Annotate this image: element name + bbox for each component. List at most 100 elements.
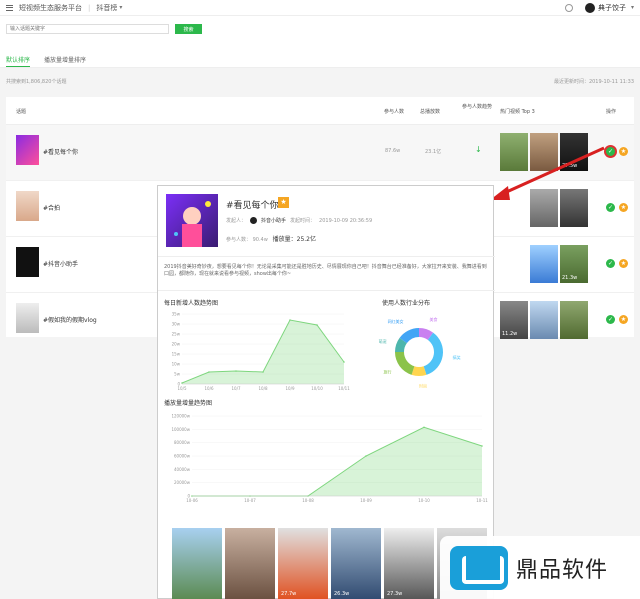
y-tick-label: 20000w — [174, 480, 191, 485]
created-time: 2019-10-09 20:36:59 — [319, 217, 373, 224]
video-thumbnail[interactable] — [172, 528, 222, 599]
data-point — [365, 455, 367, 457]
hot-video[interactable] — [530, 301, 558, 339]
topic-thumbnail[interactable] — [16, 191, 39, 221]
x-tick-label: 10/5 — [178, 386, 187, 391]
video-thumbnail[interactable]: 26.3w — [331, 528, 381, 599]
user-menu[interactable]: 典子饺子 ▾ — [584, 2, 634, 13]
result-count: 共搜索到1,806,820个话题 — [6, 79, 67, 85]
pie-label: 搞笑 — [453, 354, 461, 360]
brand-name: 鼎品软件 — [516, 557, 609, 583]
brand-logo-icon — [450, 545, 508, 590]
y-tick-label: 5w — [174, 372, 181, 377]
pie-label: 萌宠 — [379, 338, 387, 344]
hot-video[interactable] — [530, 245, 558, 283]
x-tick-label: 10/6 — [205, 386, 214, 391]
pie-label: 美食 — [430, 316, 438, 322]
app-switcher[interactable]: 抖音榜 — [96, 3, 117, 13]
x-tick-label: 10/10 — [311, 386, 323, 391]
avatar[interactable] — [584, 2, 595, 13]
panel-title: #看见每个你 — [226, 201, 279, 211]
data-point — [235, 370, 237, 372]
headset-icon[interactable] — [564, 3, 573, 12]
y-tick-label: 100000w — [171, 427, 190, 432]
search-input[interactable] — [6, 24, 169, 34]
creator-name[interactable]: 抖音小助手 — [261, 217, 286, 224]
video-thumbnail[interactable] — [225, 528, 275, 599]
col-trend: 参与人数趋势 — [462, 104, 493, 110]
plays-chart-title: 播放量增量趋势图 — [164, 400, 213, 407]
video-thumbnail[interactable]: 27.3w — [384, 528, 434, 599]
platform-title: 短视频生态服务平台 — [19, 3, 82, 12]
hot-video[interactable]: 11.2w — [500, 301, 528, 339]
topic-thumbnail[interactable] — [16, 135, 39, 165]
plays-value: 25.2亿 — [296, 236, 317, 243]
update-time: 最近更新时间：2019-10-11 11:33 — [553, 79, 634, 85]
favorite-star-icon[interactable]: ★ — [619, 259, 628, 268]
series-area — [192, 427, 482, 496]
data-point — [262, 371, 264, 373]
creator-label: 发起人： — [226, 218, 247, 224]
series-area — [182, 320, 344, 384]
topic-description: 2019抖音美好奇妙夜，想要看见每个你！无论是采集可能还是胜地历史、尽情展现你自… — [164, 264, 487, 277]
topic-name[interactable]: #合拍 — [43, 203, 60, 212]
pie-label: 旅行 — [383, 368, 391, 374]
view-detail-button[interactable]: ✓ — [606, 259, 615, 268]
brand-watermark: 鼎品软件 — [440, 536, 640, 599]
x-tick-label: 10-11 — [476, 498, 488, 503]
tab-play-increment-sort[interactable]: 播放量增量排序 — [44, 52, 86, 67]
data-point — [289, 319, 291, 321]
col-plays: 总播放数 — [420, 109, 441, 115]
y-tick-label: 25w — [172, 332, 181, 337]
view-detail-button[interactable]: ✓ — [606, 315, 615, 324]
pie-label: 网红美女 — [388, 318, 404, 324]
plays-increment-chart: 020000w40000w60000w80000w100000w120000w1… — [171, 414, 488, 504]
topic-cover-image — [166, 194, 218, 247]
favorite-star-icon[interactable]: ★ — [278, 197, 289, 208]
tab-default-sort[interactable]: 默认排序 — [6, 52, 31, 67]
hot-video[interactable]: 21.3w — [560, 245, 588, 283]
like-count: 26.3w — [334, 591, 350, 597]
x-tick-label: 10/11 — [338, 386, 350, 391]
topic-name[interactable]: #看见每个你 — [43, 147, 78, 156]
y-tick-label: 60000w — [174, 454, 191, 459]
data-point — [423, 426, 425, 429]
chevron-down-icon[interactable]: ▾ — [119, 4, 122, 11]
sort-tabs: 默认排序 播放量增量排序 — [0, 52, 640, 68]
chevron-down-icon[interactable]: ▾ — [631, 4, 634, 11]
users-label: 参与人数： — [226, 237, 252, 243]
x-tick-label: 10/7 — [232, 386, 241, 391]
y-tick-label: 40000w — [174, 467, 191, 472]
top-bar: 短视频生态服务平台 | 抖音榜 ▾ 典子饺子 ▾ — [0, 0, 640, 16]
favorite-star-icon[interactable]: ★ — [619, 147, 628, 156]
video-thumbnail[interactable]: 27.7w — [278, 528, 328, 599]
topic-thumbnail[interactable] — [16, 247, 39, 277]
favorite-star-icon[interactable]: ★ — [619, 315, 628, 324]
divider — [158, 256, 495, 257]
topic-name[interactable]: #假如我的假期vlog — [43, 315, 97, 324]
search-button[interactable]: 搜索 — [175, 24, 202, 34]
stats-row: 共搜索到1,806,820个话题 最近更新时间：2019-10-11 11:33 — [6, 78, 634, 85]
topic-name[interactable]: #抖音小助手 — [43, 259, 78, 268]
search-bar: 搜索 — [6, 24, 202, 34]
y-tick-label: 15w — [172, 352, 181, 357]
x-tick-label: 10/8 — [259, 386, 268, 391]
plays-value: 23.1亿 — [425, 149, 442, 155]
created-label: 发起时间： — [290, 218, 316, 224]
hot-video[interactable] — [560, 301, 588, 339]
topic-thumbnail[interactable] — [16, 303, 39, 333]
x-tick-label: 10-06 — [186, 498, 198, 503]
x-tick-label: 10-07 — [244, 498, 256, 503]
col-hot-videos: 热门视频 Top 3 — [500, 109, 535, 115]
divider — [158, 290, 495, 291]
x-tick-label: 10-09 — [360, 498, 372, 503]
daily-users-chart: 05w10w15w20w25w30w35w10/5 10/6 10/7 10/8 10/… — [172, 312, 351, 392]
favorite-star-icon[interactable]: ★ — [619, 203, 628, 212]
y-tick-label: 10w — [172, 362, 181, 367]
menu-icon[interactable] — [6, 4, 13, 11]
pie-slice — [395, 352, 415, 375]
users-value: 90.4w — [252, 237, 268, 243]
col-users: 参与人数 — [384, 109, 405, 115]
plays-label: 播放量： — [272, 236, 297, 243]
y-tick-label: 30w — [172, 322, 181, 327]
